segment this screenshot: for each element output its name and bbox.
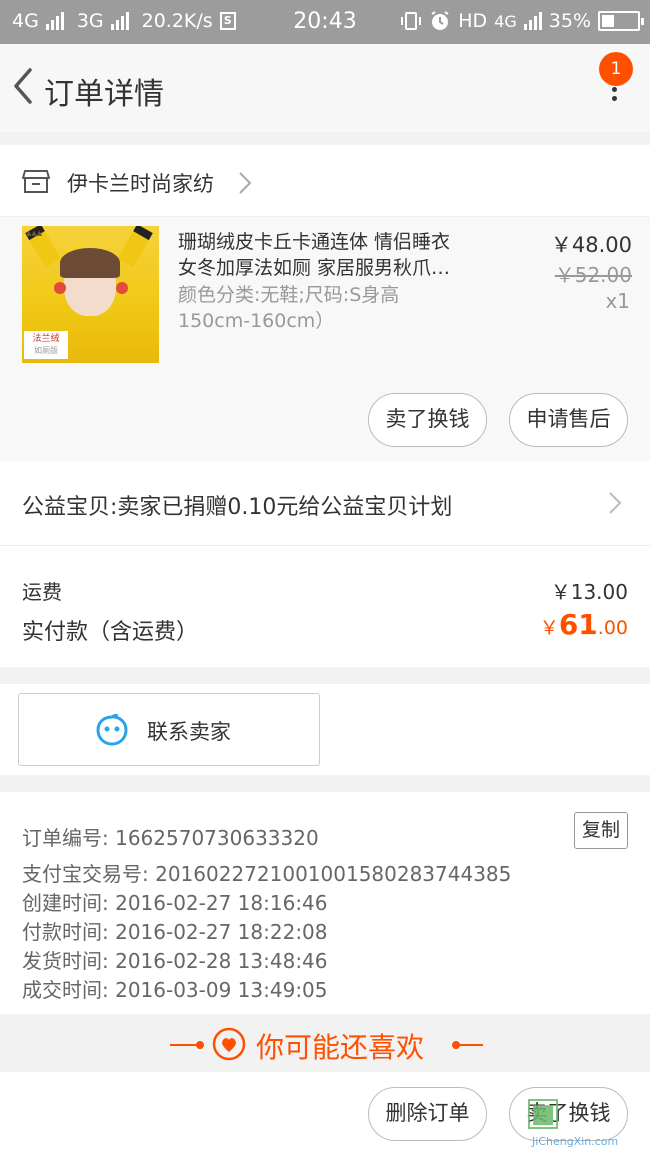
divider-right — [455, 1044, 483, 1046]
contact-section: 联系卖家 — [0, 684, 650, 775]
battery-icon — [598, 11, 644, 31]
navigation-header: 订单详情 1 — [0, 44, 650, 132]
signal-bars-icon — [523, 12, 542, 30]
shop-name: 伊卡兰时尚家纺 — [67, 172, 214, 196]
contact-seller-button[interactable]: 联系卖家 — [18, 693, 320, 766]
order-info: 订单编号: 1662570730633320 复制 支付宝交易号: 201602… — [0, 792, 650, 1014]
chevron-right-icon — [239, 172, 252, 194]
battery-percent: 35% — [548, 10, 591, 32]
product-spec: 颜色分类:无鞋;尺码:S身高 150cm-160cm） — [178, 284, 400, 332]
product-quantity: x1 — [605, 289, 630, 313]
shop-row[interactable]: 伊卡兰时尚家纺 — [0, 145, 650, 217]
delete-order-button[interactable]: 删除订单 — [368, 1087, 487, 1141]
order-item[interactable]: ▲▲▲ 法兰绒 如厕版 珊瑚绒皮卡丘卡通连体 情侣睡衣 女冬加厚法如厕 家居服男秋… — [0, 217, 650, 461]
product-thumbnail[interactable]: ▲▲▲ 法兰绒 如厕版 — [22, 226, 159, 363]
wangwang-chat-icon — [96, 714, 128, 746]
order-number: 订单编号: 1662570730633320 — [22, 826, 319, 850]
vibrate-icon — [401, 12, 422, 30]
alipay-trade-number: 支付宝交易号: 2016022721001001580283744385 — [22, 862, 512, 886]
total-label: 实付款（含运费） — [22, 620, 199, 645]
back-arrow-icon[interactable] — [10, 66, 36, 106]
store-icon — [22, 170, 50, 193]
brand-logo: ▲▲▲ — [26, 229, 43, 237]
watermark-text: JiChengXin.com — [532, 1135, 619, 1148]
apply-after-sale-button[interactable]: 申请售后 — [509, 393, 628, 447]
paid-time: 付款时间: 2016-02-27 18:22:08 — [22, 920, 328, 944]
recommendation-title: 你可能还喜欢 — [256, 1031, 425, 1064]
shipping-value: ￥13.00 — [550, 580, 628, 604]
image-tag: 法兰绒 如厕版 — [24, 331, 68, 359]
watermark-logo-icon: ■ — [528, 1099, 558, 1129]
network-type: 4G — [494, 11, 517, 31]
charity-row[interactable]: 公益宝贝:卖家已捐赠0.10元给公益宝贝计划 — [0, 461, 650, 546]
original-price: ￥52.00 — [554, 263, 632, 287]
product-price: ￥48.00 — [550, 233, 632, 257]
contact-seller-label: 联系卖家 — [147, 720, 231, 744]
sell-for-cash-button[interactable]: 卖了换钱 — [368, 393, 487, 447]
status-bar: 4G 3G 20.2K/s S 20:43 HD 4G 35% — [0, 0, 650, 44]
divider-dot — [196, 1041, 204, 1049]
hd-label: HD — [458, 10, 488, 32]
divider-left — [170, 1044, 198, 1046]
charity-text: 公益宝贝:卖家已捐赠0.10元给公益宝贝计划 — [22, 495, 453, 520]
created-time: 创建时间: 2016-02-27 18:16:46 — [22, 891, 328, 915]
shipped-time: 发货时间: 2016-02-28 13:48:46 — [22, 949, 328, 973]
completed-time: 成交时间: 2016-03-09 13:49:05 — [22, 978, 328, 1002]
total-amount: ￥61.00 — [539, 608, 628, 641]
product-title[interactable]: 珊瑚绒皮卡丘卡通连体 情侣睡衣 女冬加厚法如厕 家居服男秋爪… — [178, 229, 496, 281]
payment-summary: 运费 ￥13.00 实付款（含运费） ￥61.00 — [0, 546, 650, 667]
page-title: 订单详情 — [44, 77, 164, 112]
copy-button[interactable]: 复制 — [574, 812, 628, 849]
shipping-label: 运费 — [22, 580, 62, 604]
site-watermark: ■ JiChengXin.com — [528, 1099, 646, 1151]
chevron-right-icon — [609, 492, 622, 514]
recommendation-header: 你可能还喜欢 — [0, 1014, 650, 1072]
heart-icon — [212, 1027, 246, 1061]
notification-badge: 1 — [599, 52, 633, 86]
alarm-icon — [431, 11, 449, 30]
status-right: HD 4G 35% — [400, 10, 644, 32]
